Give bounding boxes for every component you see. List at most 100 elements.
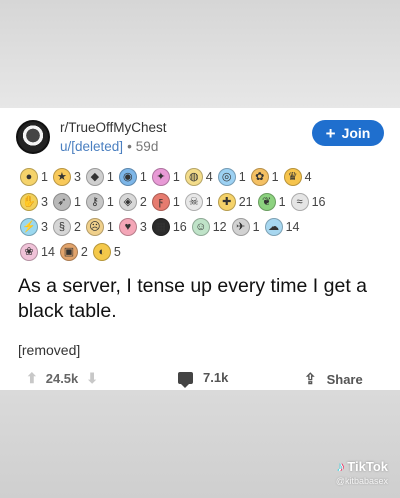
bird-icon: ✈ <box>231 217 250 236</box>
clapping-icon: ✋ <box>20 192 38 211</box>
award-item[interactable]: ★ 3 <box>52 167 81 186</box>
share-button[interactable]: ⇪ Share <box>304 370 363 388</box>
award-item[interactable]: ● 1 <box>20 167 48 186</box>
award-item[interactable]: ✿ 1 <box>250 167 279 186</box>
award-count: 16 <box>311 194 326 209</box>
award-item[interactable]: ☠ 1 <box>184 192 213 211</box>
award-item[interactable]: ◍ 4 <box>184 167 213 186</box>
award-count: 2 <box>73 219 81 234</box>
award-count: 16 <box>172 219 187 234</box>
award-count: 4 <box>304 169 312 184</box>
tiktok-note-icon: ♪ <box>337 458 345 474</box>
award-item[interactable]: ◐ 5 <box>92 242 121 261</box>
award-count: 5 <box>113 244 121 259</box>
tiktok-logo: ♪ TikTok <box>336 458 388 474</box>
award-item[interactable]: ✋ 3 <box>20 192 48 211</box>
award-count: 3 <box>139 219 147 234</box>
award-item[interactable]: ♥ 3 <box>118 217 147 236</box>
downvote-icon[interactable]: ⬇ <box>86 370 98 387</box>
comments-button[interactable]: 7.1k <box>178 370 228 388</box>
gift-icon: ▣ <box>59 242 78 261</box>
award-row: ❀ 14 ▣ 2 ◐ 5 <box>20 239 390 264</box>
award-count: 3 <box>41 194 48 209</box>
key-icon: ⚷ <box>85 192 104 211</box>
press-f-icon: ϝ <box>151 192 170 211</box>
award-item[interactable]: ✚ 21 <box>217 192 253 211</box>
author-link[interactable]: u/[deleted] <box>60 139 123 154</box>
award-count: 1 <box>106 219 114 234</box>
award-count: 14 <box>41 244 55 259</box>
subreddit-name[interactable]: r/TrueOffMyChest <box>60 120 167 135</box>
tiktok-watermark: ♪ TikTok @kitbabasex <box>336 458 388 486</box>
meta-separator: • <box>127 139 132 154</box>
bowing-icon: ◆ <box>85 167 104 186</box>
award-item[interactable]: ⚷ 1 <box>85 192 114 211</box>
award-item[interactable]: ⚡ 3 <box>20 217 48 236</box>
upvote-icon[interactable]: ⬆ <box>26 370 38 387</box>
wholesome-icon: ◍ <box>184 167 203 186</box>
award-count: 1 <box>278 194 286 209</box>
eye-icon: ◎ <box>217 167 236 186</box>
star-icon: ★ <box>52 167 71 186</box>
award-item[interactable]: ✈ 1 <box>231 217 260 236</box>
post-title[interactable]: As a server, I tense up every time I get… <box>18 274 388 324</box>
award-count: 4 <box>205 169 213 184</box>
comment-icon <box>178 371 193 388</box>
award-count: 1 <box>73 194 81 209</box>
award-count: 2 <box>80 244 88 259</box>
award-item[interactable]: ▦ 16 <box>151 217 187 236</box>
rocket-icon: ➶ <box>52 192 71 211</box>
award-row: ● 1 ★ 3 ◆ 1 ◉ 1 ✦ 1 ◍ 4 ◎ 1 ✿ 1 ♛ 4 <box>20 164 390 189</box>
take-my-energy-icon: ⚡ <box>20 217 38 236</box>
post-actions: ⬆ 24.5k ⬇ 7.1k ⇪ Share <box>0 370 400 390</box>
plant-icon: ❦ <box>257 192 276 211</box>
award-item[interactable]: ❦ 1 <box>257 192 286 211</box>
award-item[interactable]: ϝ1 <box>151 192 180 211</box>
background-top <box>0 0 400 108</box>
plus-icon: + <box>325 123 336 143</box>
award-count: 1 <box>172 169 180 184</box>
subreddit-avatar[interactable] <box>16 120 50 154</box>
award-count: 1 <box>106 169 114 184</box>
award-item[interactable]: ◉ 1 <box>118 167 147 186</box>
awards-section[interactable]: ● 1 ★ 3 ◆ 1 ◉ 1 ✦ 1 ◍ 4 ◎ 1 ✿ 1 ♛ 4 ✋ 3 ➶ 1 ⚷ 1 ◈ 2 ϝ 1 ☠ 1 ✚ 21 ❦ 1 ≈16 ⚡ 3… <box>20 164 390 264</box>
share-label: Share <box>326 371 363 387</box>
silver-icon: ◈ <box>118 192 137 211</box>
post-card: r/TrueOffMyChest u/[deleted] • 59d + Join … <box>0 108 400 390</box>
award-item[interactable]: ▣ 2 <box>59 242 88 261</box>
tiktok-brand: TikTok <box>347 458 388 474</box>
award-count: 3 <box>73 169 81 184</box>
tiktok-handle: @kitbabasex <box>335 476 388 486</box>
award-item[interactable]: ☹ 1 <box>85 217 114 236</box>
award-item[interactable]: ◈ 2 <box>118 192 147 211</box>
wave-icon: ≈ <box>290 192 309 211</box>
post-body: [removed] <box>18 342 81 358</box>
award-item[interactable]: ◆ 1 <box>85 167 114 186</box>
award-count: 1 <box>205 194 213 209</box>
angel-icon: ☺ <box>191 217 210 236</box>
post-age: 59d <box>135 139 159 154</box>
award-item[interactable]: ☺ 12 <box>191 217 227 236</box>
award-count: 21 <box>238 194 253 209</box>
crown-icon: ♛ <box>283 167 302 186</box>
award-count: 12 <box>212 219 227 234</box>
award-item[interactable]: ➶ 1 <box>52 192 81 211</box>
award-item[interactable]: ◎ 1 <box>217 167 246 186</box>
helpful-icon: ✚ <box>217 192 236 211</box>
facepalm-icon: ☹ <box>85 217 104 236</box>
award-item[interactable]: ✦ 1 <box>151 167 180 186</box>
share-icon: ⇪ <box>304 371 317 388</box>
award-item[interactable]: ☁ 14 <box>264 217 300 236</box>
vote-count: 24.5k <box>45 371 79 386</box>
award-count: 14 <box>285 219 300 234</box>
award-item[interactable]: § 2 <box>52 217 81 236</box>
ghost-icon: ☁ <box>264 217 283 236</box>
award-count: 1 <box>238 169 246 184</box>
join-button[interactable]: + Join <box>312 120 384 146</box>
vote-controls: ⬆ 24.5k ⬇ <box>26 370 98 387</box>
pixel-bar-icon: ▦ <box>151 217 170 236</box>
award-item[interactable]: ≈16 <box>290 192 326 211</box>
award-item[interactable]: ♛ 4 <box>283 167 312 186</box>
award-count: 1 <box>172 194 180 209</box>
award-item[interactable]: ❀ 14 <box>20 242 55 261</box>
